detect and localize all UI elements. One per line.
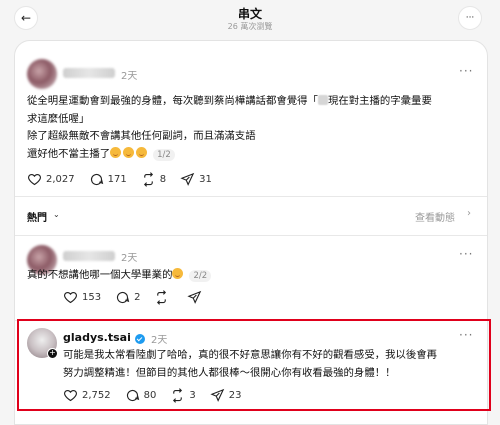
post-more-icon[interactable]: ···: [459, 247, 473, 261]
view-activity-link[interactable]: 查看動態: [415, 209, 455, 224]
like-count: 153: [82, 292, 102, 303]
blurred-username[interactable]: [63, 68, 115, 78]
post-line: 現在對主播的字彙量要: [327, 95, 432, 107]
top-bar: ← 串文 26 萬次瀏覽 ···: [0, 0, 500, 40]
blurred-chip-icon: [317, 95, 328, 105]
sort-hot-label[interactable]: 熱門: [27, 209, 47, 224]
like-count: 2,027: [46, 174, 75, 185]
comment-count: 171: [107, 174, 127, 185]
post-line: 除了超級無敵不會講其他任何副詞，而且滿滿支語: [27, 130, 256, 142]
chevron-right-icon[interactable]: ›: [467, 208, 471, 219]
share-icon: [187, 290, 202, 304]
thread-pager: 1/2: [153, 148, 175, 161]
like-button[interactable]: 153: [63, 290, 101, 305]
like-button[interactable]: 2,027: [27, 172, 75, 187]
blurred-username[interactable]: [63, 251, 115, 261]
share-button[interactable]: 31: [180, 172, 212, 187]
smile-emoji-icon: [123, 146, 135, 158]
share-count: 31: [199, 174, 212, 185]
heart-icon: [64, 291, 77, 304]
comment-button[interactable]: 171: [89, 172, 127, 187]
chevron-down-icon[interactable]: ⌄: [53, 210, 60, 219]
post-text: 真的不想講他哪一個大學畢業的 2/2: [27, 267, 212, 286]
page-title: 串文: [237, 7, 262, 21]
more-options-button[interactable]: ···: [458, 6, 482, 30]
repost-button[interactable]: [154, 290, 173, 305]
highlight-box: [17, 319, 491, 411]
smile-emoji-icon: [136, 146, 148, 158]
post-text: 從全明星運動會到最強的身體，每次聽到蔡尚樺講話都會覺得「 現在對主播的字彙量要 求…: [27, 93, 432, 164]
share-icon: [180, 172, 195, 186]
share-button[interactable]: [187, 290, 206, 305]
comment-icon: [117, 291, 130, 304]
more-icon: ···: [465, 13, 475, 23]
comment-icon: [90, 173, 103, 186]
post-time: 2天: [121, 253, 138, 264]
view-count: 26 萬次瀏覽: [227, 22, 273, 31]
repost-count: 8: [159, 174, 167, 185]
comment-count: 2: [134, 292, 141, 303]
smile-emoji-icon: [110, 146, 122, 158]
divider: [15, 196, 487, 197]
repost-icon: [157, 290, 167, 305]
post-more-icon[interactable]: ···: [459, 64, 473, 78]
repost-icon: [143, 172, 153, 187]
post-line: 還好他不當主播了: [27, 147, 111, 160]
smile-emoji-icon: [172, 268, 184, 279]
avatar[interactable]: [27, 59, 57, 89]
divider: [15, 235, 487, 236]
heart-icon: [28, 173, 41, 186]
repost-button[interactable]: 8: [141, 172, 166, 187]
post-line: 從全明星運動會到最強的身體，每次聽到蔡尚樺講話都會覺得「: [27, 95, 318, 107]
thread-pager: 2/2: [189, 270, 212, 282]
post-actions: 2,027 171 8 31: [27, 172, 226, 187]
post-time: 2天: [121, 71, 138, 82]
comment-button[interactable]: 2: [115, 290, 140, 305]
post-line: 真的不想講他哪一個大學畢業的: [27, 269, 173, 281]
post-actions: 153 2: [63, 290, 220, 305]
post-line: 求這麼低喔」: [27, 112, 90, 125]
